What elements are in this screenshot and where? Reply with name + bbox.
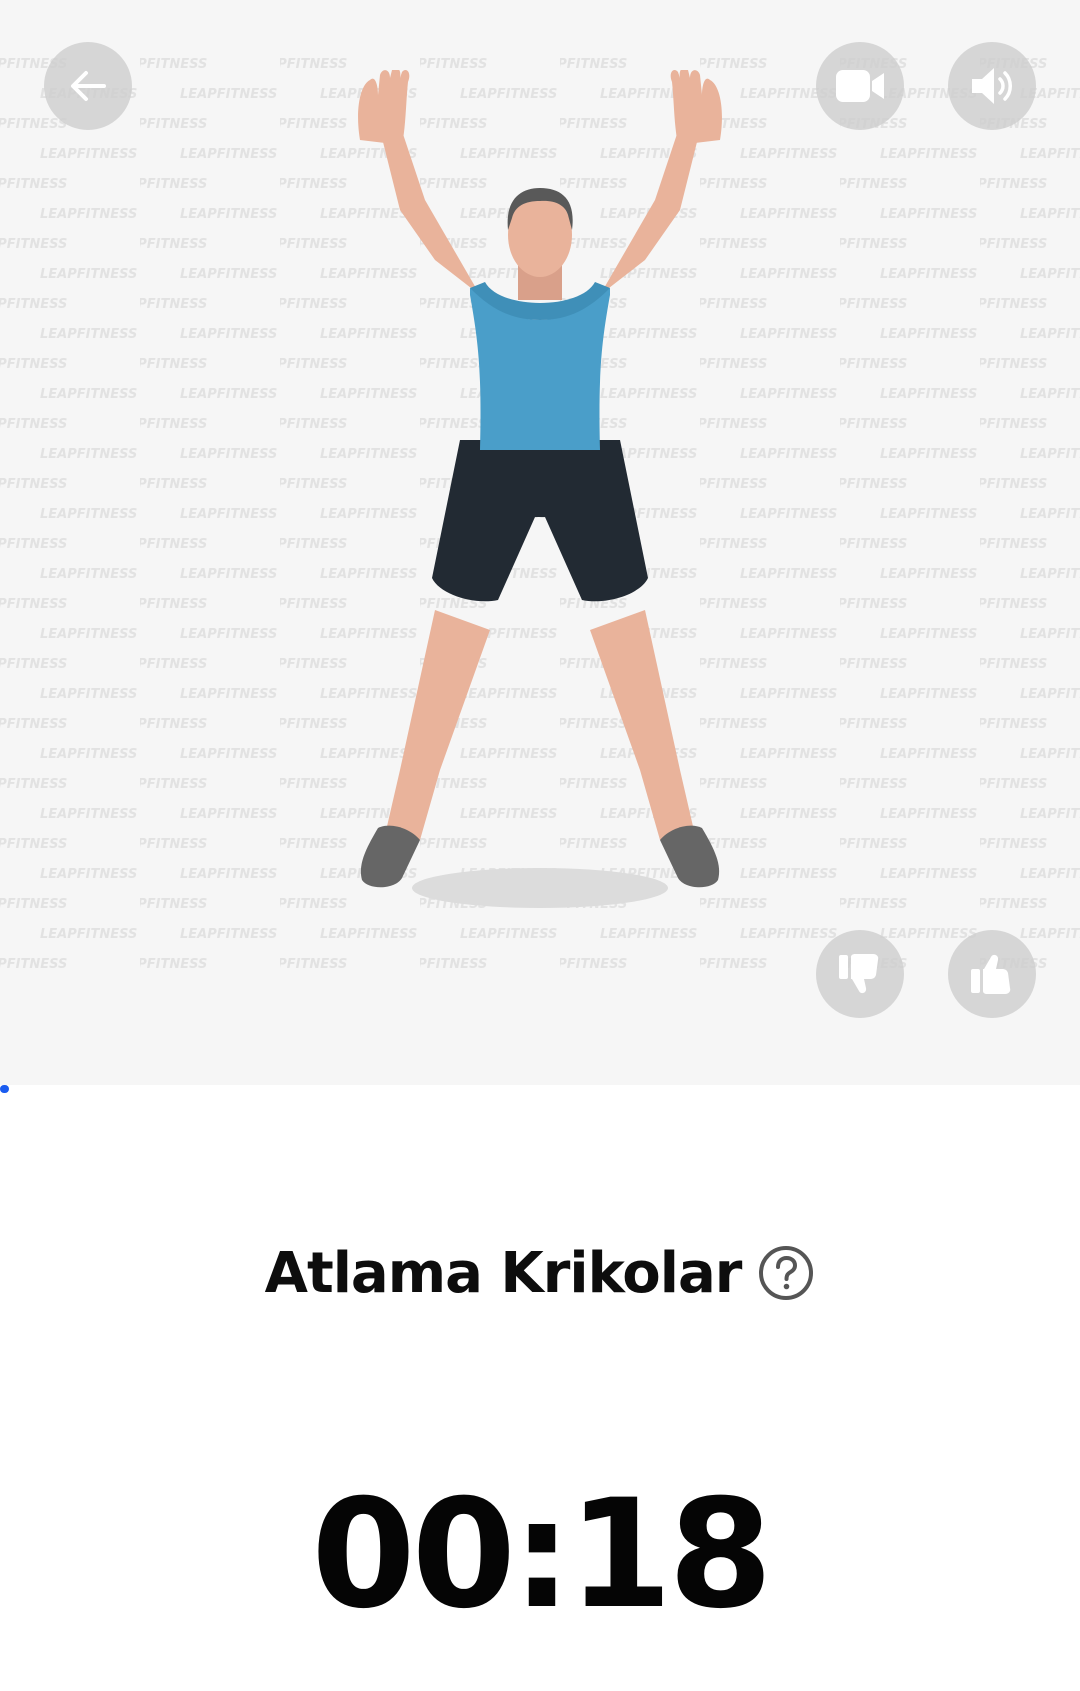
dislike-button[interactable] — [816, 930, 904, 1018]
exercise-animation-area: LEAPFITNESS LEAPFITNESS — [0, 0, 1080, 1085]
video-button[interactable] — [816, 42, 904, 130]
back-button[interactable] — [44, 42, 132, 130]
jumping-jack-figure — [340, 70, 740, 920]
progress-fill — [0, 1085, 9, 1093]
countdown-timer: 00:18 — [311, 1468, 772, 1642]
arrow-left-icon — [66, 64, 110, 108]
thumbs-down-icon — [837, 951, 883, 997]
thumbs-up-icon — [969, 951, 1015, 997]
exercise-progress-bar — [0, 1085, 1080, 1095]
exercise-title: Atlama Krikolar — [264, 1240, 743, 1306]
exercise-title-row: Atlama Krikolar — [0, 1233, 1080, 1313]
sound-button[interactable] — [948, 42, 1036, 130]
speaker-volume-icon — [968, 64, 1016, 108]
like-button[interactable] — [948, 930, 1036, 1018]
video-camera-icon — [834, 66, 886, 106]
question-circle-icon[interactable] — [757, 1244, 815, 1302]
